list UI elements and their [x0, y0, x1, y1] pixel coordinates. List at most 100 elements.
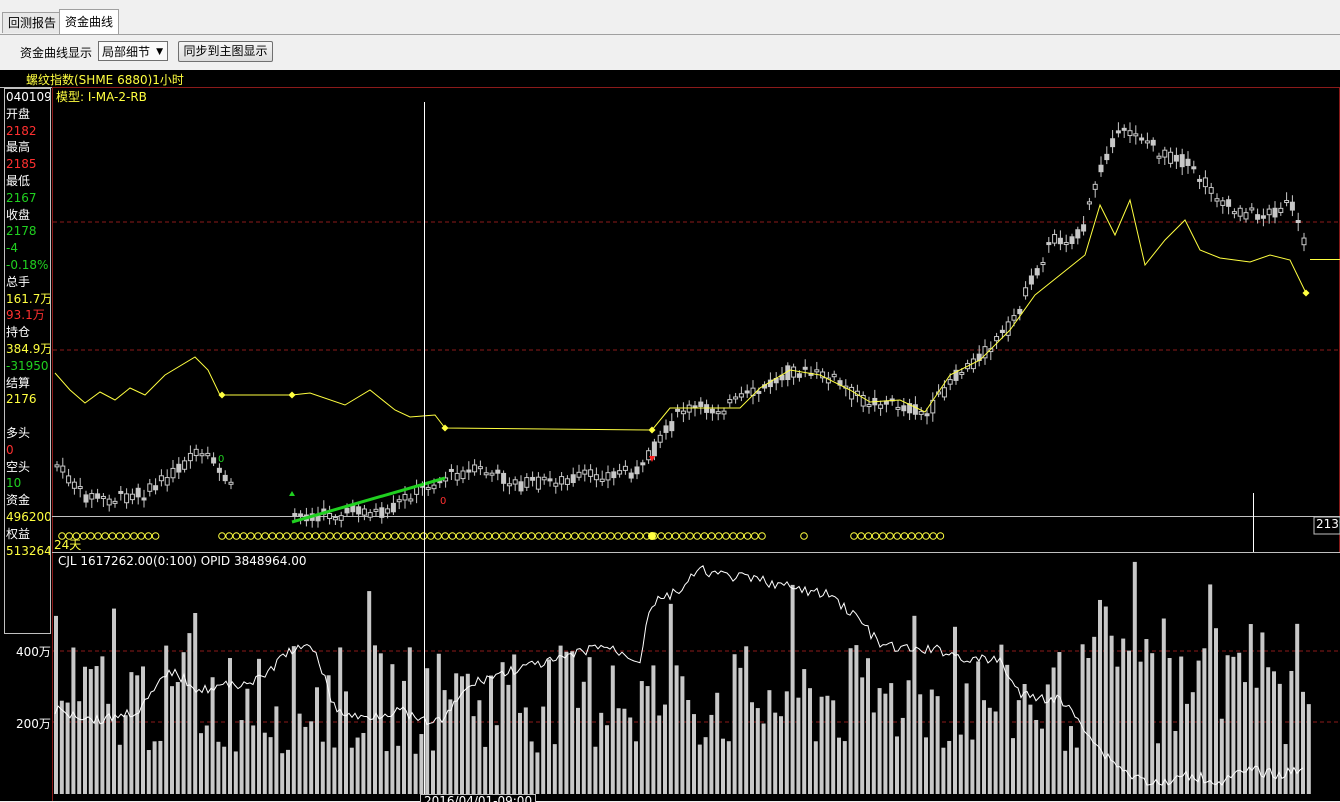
volume-bar — [697, 744, 702, 794]
volume-bar — [634, 741, 638, 794]
position-circle-icon — [599, 532, 608, 540]
candle-body — [292, 513, 298, 517]
candle-body — [593, 474, 599, 481]
position-circle-icon — [800, 532, 808, 540]
buy-arrow-icon — [289, 491, 295, 496]
volume-bar — [175, 682, 180, 794]
position-circle-icon — [578, 532, 586, 540]
chart-canvas[interactable]: 0 0 — [0, 70, 1340, 801]
position-circle-icon — [340, 532, 349, 540]
candle-body — [170, 467, 176, 479]
sync-main-chart-button[interactable]: 同步到主图显示 — [178, 41, 273, 62]
candle-body — [338, 515, 344, 521]
volume-bar — [425, 668, 430, 794]
volume-bar — [645, 686, 650, 794]
toolbar: 资金曲线显示 局部细节 ▼ 同步到主图显示 — [0, 35, 1340, 69]
position-circle-icon — [729, 532, 738, 540]
volume-bar — [361, 732, 366, 794]
position-circle-icon — [499, 532, 507, 540]
volume-bar — [982, 700, 986, 794]
position-circle-icon — [311, 532, 320, 540]
candle-body — [1150, 139, 1156, 146]
chart-area[interactable]: 0 0 螺纹指数(SHME 6880)1小时 模型: I-MA-2-RB 24天… — [0, 70, 1340, 802]
position-circle-icon — [239, 532, 248, 540]
candle-body — [622, 465, 628, 471]
volume-bar — [500, 662, 505, 794]
tab-equity-curve[interactable]: 资金曲线 — [59, 9, 120, 34]
position-circle-icon — [571, 532, 579, 540]
volume-bar — [900, 717, 905, 794]
bar-time: 04010900 — [6, 90, 50, 104]
volume-bar — [1237, 652, 1242, 794]
equity-value: 513264 — [6, 543, 50, 558]
candle-body — [396, 499, 402, 503]
volume-bar — [390, 664, 395, 794]
position-circle-icon — [585, 532, 594, 540]
volume-bar — [1109, 635, 1114, 794]
volume-bar — [193, 613, 198, 794]
position-circle-icon — [751, 532, 759, 540]
position-circle-icon — [477, 532, 486, 540]
volume-bar — [750, 702, 754, 794]
volume-bar — [1103, 606, 1108, 794]
candle-body — [553, 482, 559, 487]
candle-body — [1011, 315, 1017, 321]
position-circle-icon — [527, 532, 536, 540]
candle-body — [60, 465, 66, 473]
candle-body — [1057, 237, 1063, 245]
candle-body — [895, 406, 901, 410]
candle-body — [530, 476, 536, 481]
volume-bar — [1069, 726, 1073, 794]
volume-bar — [1138, 661, 1143, 794]
position-circle-icon — [333, 532, 342, 540]
oi-label: 持仓 — [6, 325, 31, 340]
position-circle-icon — [434, 532, 442, 540]
display-mode-select[interactable]: 局部细节 ▼ — [98, 41, 168, 61]
position-circle-icon — [722, 532, 730, 540]
tab-backtest-report[interactable]: 回测报告 — [2, 12, 63, 33]
volume-bar — [1301, 691, 1305, 794]
volume-bar — [181, 652, 186, 794]
candle-body — [216, 467, 222, 473]
volume-bar — [1080, 644, 1085, 794]
candle-body — [1168, 151, 1174, 164]
candle-body — [95, 493, 101, 499]
volume-bar — [628, 717, 633, 794]
position-circle-icon — [679, 532, 687, 540]
volume-bar — [837, 737, 841, 794]
candle-body — [1028, 275, 1034, 285]
candle-body — [222, 474, 228, 482]
volume-bar — [639, 681, 644, 794]
volume-bar — [854, 645, 859, 794]
equity-dot-icon — [288, 391, 296, 399]
volume-bar — [581, 681, 586, 794]
candle-body — [588, 469, 594, 477]
position-circle-icon — [144, 532, 153, 540]
volume-tick-label: 200万 — [16, 717, 51, 731]
volume-bar — [779, 716, 783, 794]
position-circle-icon — [79, 532, 88, 540]
volume-bar — [703, 737, 708, 794]
candle-body — [431, 484, 437, 490]
candle-body — [1098, 164, 1104, 173]
candle-body — [1017, 308, 1023, 315]
position-circle-icon — [879, 532, 887, 540]
candle-body — [1289, 201, 1295, 211]
volume-bar — [842, 741, 847, 794]
volume-bar — [1034, 719, 1039, 794]
position-circle-icon — [664, 532, 673, 540]
volume-bar — [1214, 628, 1218, 794]
position-circle-icon — [369, 532, 378, 540]
candle-body — [547, 478, 553, 482]
candle-body — [1249, 207, 1255, 211]
volume-bar — [1295, 623, 1300, 794]
position-circle-icon — [391, 532, 399, 540]
position-circle-icon — [108, 532, 117, 540]
oi-change-value: -31950 — [6, 358, 49, 373]
equity-dot-icon — [1302, 289, 1310, 297]
position-circle-icon — [936, 532, 945, 540]
candle-body — [1052, 234, 1058, 244]
candle-body — [704, 404, 710, 413]
volume-bar — [135, 675, 140, 794]
volume-bar — [315, 687, 319, 794]
